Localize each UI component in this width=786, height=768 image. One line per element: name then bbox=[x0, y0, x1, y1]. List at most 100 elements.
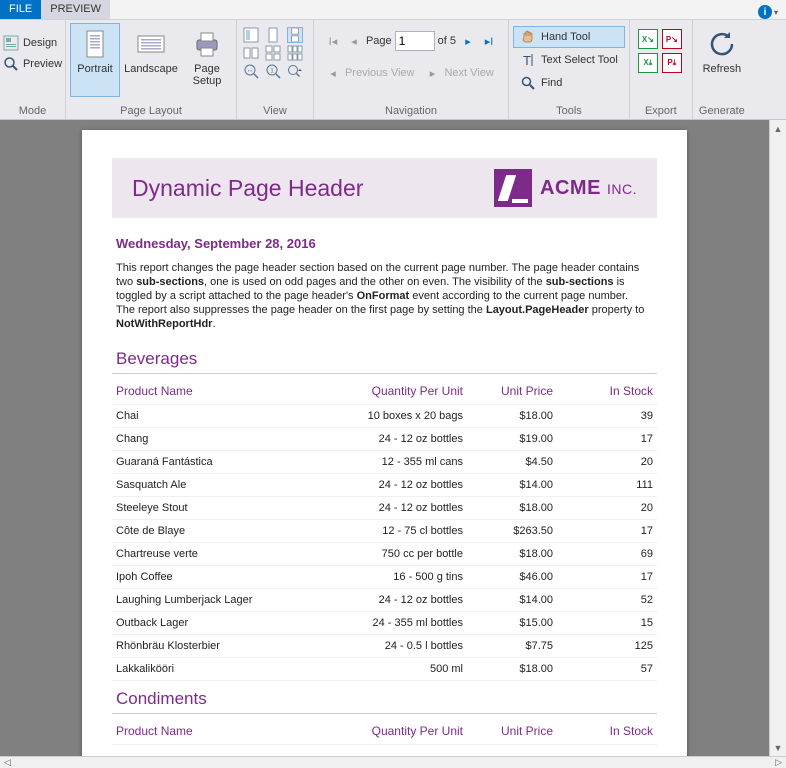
text-select-tool-button[interactable]: T Text Select Tool bbox=[513, 49, 625, 71]
zoom-dropdown-icon[interactable] bbox=[287, 63, 303, 79]
preview-label: Preview bbox=[23, 58, 62, 70]
landscape-button[interactable]: Landscape bbox=[120, 23, 182, 97]
thumbnails-icon[interactable] bbox=[243, 27, 259, 43]
hand-tool-button[interactable]: Hand Tool bbox=[513, 26, 625, 48]
export-excel-alt-icon[interactable]: X⤓ bbox=[638, 53, 658, 73]
table-row: Guaraná Fantástica12 - 355 ml cans$4.502… bbox=[112, 451, 657, 474]
design-icon bbox=[3, 35, 19, 51]
group-generate-label: Generate bbox=[699, 105, 745, 118]
hand-icon bbox=[520, 29, 536, 45]
svg-text:↔: ↔ bbox=[247, 67, 254, 74]
report-description: This report changes the page header sect… bbox=[116, 261, 653, 331]
svg-text:T: T bbox=[523, 53, 531, 68]
page-header-band: Dynamic Page Header ACME INC. bbox=[112, 158, 657, 218]
table-row: Rhönbräu Klosterbier24 - 0.5 l bottles$7… bbox=[112, 635, 657, 658]
portrait-icon bbox=[79, 28, 111, 60]
col-qty: Quantity Per Unit bbox=[323, 384, 463, 398]
info-dropdown[interactable]: i ▾ bbox=[758, 5, 778, 19]
page-total: of 5 bbox=[438, 35, 456, 47]
table-row: Steeleye Stout24 - 12 oz bottles$18.0020 bbox=[112, 497, 657, 520]
last-page-button[interactable]: ▸I bbox=[480, 32, 498, 50]
horizontal-scrollbar[interactable]: ◁ ▷ bbox=[0, 756, 786, 768]
col-product: Product Name bbox=[116, 384, 323, 398]
vertical-scrollbar[interactable]: ▲ ▼ bbox=[769, 120, 786, 756]
export-pdf-icon[interactable]: P↘ bbox=[662, 29, 682, 49]
prev-view-label: Previous View bbox=[345, 67, 415, 79]
column-headers: Product NameQuantity Per UnitUnit PriceI… bbox=[112, 714, 657, 745]
table-row: Laughing Lumberjack Lager24 - 12 oz bott… bbox=[112, 589, 657, 612]
svg-text:1: 1 bbox=[270, 69, 274, 75]
design-label: Design bbox=[23, 37, 57, 49]
col-stock: In Stock bbox=[553, 724, 653, 738]
single-page-icon[interactable] bbox=[265, 27, 281, 43]
portrait-button[interactable]: Portrait bbox=[70, 23, 120, 97]
scroll-down-icon[interactable]: ▼ bbox=[770, 739, 786, 756]
continuous-icon[interactable] bbox=[287, 27, 303, 43]
zoom-100-icon[interactable]: 1 bbox=[265, 63, 281, 79]
group-navigation: I◂ ◂ Page of 5 ▸ ▸I ◂ Previous View ▸ Ne… bbox=[314, 20, 509, 119]
tab-preview[interactable]: PREVIEW bbox=[41, 0, 110, 19]
ribbon: Design Preview Mode Portrait Landscape P… bbox=[0, 20, 786, 120]
hand-tool-label: Hand Tool bbox=[541, 31, 590, 43]
page-nav-row: I◂ ◂ Page of 5 ▸ ▸I bbox=[324, 29, 498, 53]
table-row: Côte de Blaye12 - 75 cl bottles$263.5017 bbox=[112, 520, 657, 543]
first-page-button[interactable]: I◂ bbox=[324, 32, 342, 50]
group-export-label: Export bbox=[645, 105, 677, 118]
group-generate: Refresh Generate bbox=[693, 20, 751, 119]
logo-mark-icon bbox=[494, 169, 532, 207]
group-mode: Design Preview Mode bbox=[0, 20, 66, 119]
table-row: Outback Lager24 - 355 ml bottles$15.0015 bbox=[112, 612, 657, 635]
prev-view-button[interactable]: ◂ bbox=[324, 64, 342, 82]
tab-file[interactable]: FILE bbox=[0, 0, 41, 19]
view-nav-row: ◂ Previous View ▸ Next View bbox=[324, 61, 498, 85]
refresh-button[interactable]: Refresh bbox=[697, 23, 747, 97]
chevron-down-icon: ▾ bbox=[774, 8, 778, 17]
page-word: Page bbox=[366, 35, 392, 47]
find-button[interactable]: Find bbox=[513, 72, 625, 94]
table-row: Sasquatch Ale24 - 12 oz bottles$14.00111 bbox=[112, 474, 657, 497]
landscape-label: Landscape bbox=[124, 63, 178, 75]
design-button[interactable]: Design bbox=[0, 33, 67, 53]
group-view: ↔ 1 View bbox=[237, 20, 314, 119]
page-setup-button[interactable]: Page Setup bbox=[182, 23, 232, 97]
col-product: Product Name bbox=[116, 724, 323, 738]
logo-text: ACME INC. bbox=[540, 177, 637, 200]
col-price: Unit Price bbox=[463, 384, 553, 398]
refresh-icon bbox=[706, 28, 738, 60]
four-page-icon[interactable] bbox=[265, 45, 281, 61]
text-select-label: Text Select Tool bbox=[541, 54, 618, 66]
export-grid: X↘ P↘ X⤓ P⤓ bbox=[638, 29, 684, 75]
prev-page-button[interactable]: ◂ bbox=[345, 32, 363, 50]
info-icon: i bbox=[758, 5, 772, 19]
table-row: Chartreuse verte750 cc per bottle$18.006… bbox=[112, 543, 657, 566]
table-row: Chang24 - 12 oz bottles$19.0017 bbox=[112, 428, 657, 451]
find-label: Find bbox=[541, 77, 562, 89]
page-number-input[interactable] bbox=[395, 31, 435, 51]
two-page-icon[interactable] bbox=[243, 45, 259, 61]
next-view-label: Next View bbox=[444, 67, 493, 79]
report-page: Dynamic Page Header ACME INC. Wednesday,… bbox=[82, 130, 687, 756]
table-row: Chai10 boxes x 20 bags$18.0039 bbox=[112, 405, 657, 428]
preview-button[interactable]: Preview bbox=[0, 54, 67, 74]
logo: ACME INC. bbox=[494, 169, 637, 207]
next-page-button[interactable]: ▸ bbox=[459, 32, 477, 50]
export-pdf-alt-icon[interactable]: P⤓ bbox=[662, 53, 682, 73]
col-qty: Quantity Per Unit bbox=[323, 724, 463, 738]
scroll-left-icon[interactable]: ◁ bbox=[0, 757, 15, 768]
zoom-fit-icon[interactable]: ↔ bbox=[243, 63, 259, 79]
text-select-icon: T bbox=[520, 52, 536, 68]
portrait-label: Portrait bbox=[77, 63, 112, 75]
export-excel-icon[interactable]: X↘ bbox=[638, 29, 658, 49]
next-view-button[interactable]: ▸ bbox=[423, 64, 441, 82]
report-date: Wednesday, September 28, 2016 bbox=[116, 236, 653, 251]
table-row: Lakkalikööri500 ml$18.0057 bbox=[112, 658, 657, 681]
group-export: X↘ P↘ X⤓ P⤓ Export bbox=[630, 20, 693, 119]
page-setup-label: Page Setup bbox=[193, 63, 222, 87]
group-navigation-label: Navigation bbox=[385, 105, 437, 118]
scroll-right-icon[interactable]: ▷ bbox=[771, 757, 786, 768]
table-row: Ipoh Coffee16 - 500 g tins$46.0017 bbox=[112, 566, 657, 589]
scroll-up-icon[interactable]: ▲ bbox=[770, 120, 786, 137]
magnifier-icon bbox=[3, 56, 19, 72]
col-stock: In Stock bbox=[553, 384, 653, 398]
multi-page-icon[interactable] bbox=[287, 45, 303, 61]
